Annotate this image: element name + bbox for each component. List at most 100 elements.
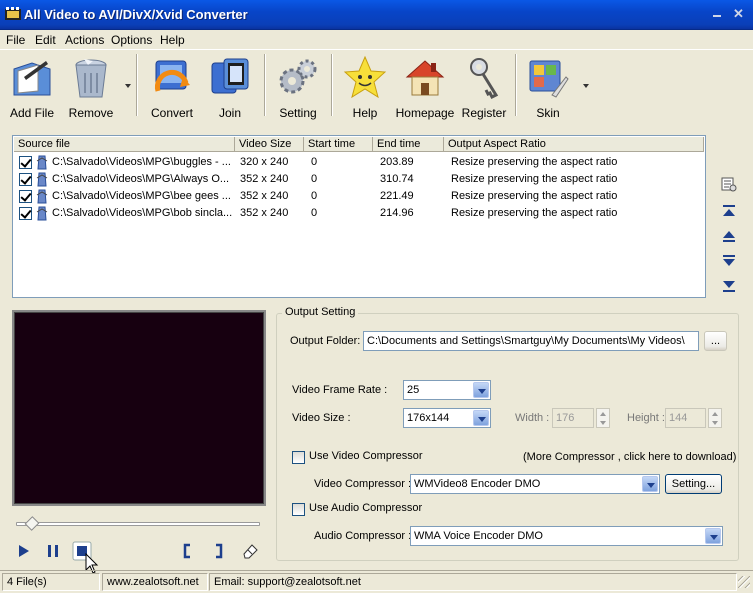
row-checkbox[interactable] — [19, 173, 32, 186]
mark-end-icon[interactable] — [208, 541, 228, 561]
menu-help[interactable]: Help — [160, 33, 185, 47]
keys-icon — [470, 58, 499, 100]
resize-grip[interactable] — [738, 576, 750, 588]
row-video-size: 320 x 240 — [240, 156, 289, 168]
toolbar: Add File Remove Convert Join Setting Hel… — [0, 49, 753, 121]
remove-dropdown-arrow-icon[interactable] — [125, 84, 131, 88]
column-output-aspect-ratio[interactable]: Output Aspect Ratio — [444, 137, 704, 152]
audio-compressor-label: Audio Compressor : — [314, 530, 412, 542]
status-email: Email: support@zealotsoft.net — [209, 573, 737, 591]
title-bar: All Video to AVI/DivX/Xvid Converter ✕ — [0, 0, 753, 30]
height-field[interactable]: 144 — [665, 408, 706, 428]
close-button[interactable]: ✕ — [733, 6, 744, 22]
menu-options[interactable]: Options — [111, 33, 152, 47]
mark-start-icon[interactable] — [178, 541, 198, 561]
frame-rate-select[interactable]: 25 — [403, 380, 491, 400]
use-audio-compressor-checkbox[interactable] — [292, 503, 305, 516]
row-end-time: 214.96 — [380, 207, 414, 219]
row-checkbox[interactable] — [19, 207, 32, 220]
chevron-down-icon[interactable] — [705, 528, 721, 544]
join-icon — [211, 58, 249, 94]
move-down-icon[interactable] — [720, 252, 738, 270]
setting-label: Setting — [279, 106, 317, 120]
output-folder-field[interactable]: C:\Documents and Settings\Smartguy\My Do… — [363, 331, 699, 351]
column-start-time[interactable]: Start time — [304, 137, 373, 152]
row-start-time: 0 — [311, 190, 318, 202]
add-file-label: Add File — [9, 106, 55, 120]
setting-button[interactable]: Setting — [272, 53, 324, 121]
properties-icon[interactable] — [720, 175, 738, 193]
recycle-bin-icon — [75, 59, 107, 98]
help-button[interactable]: Help — [339, 53, 391, 121]
move-to-top-icon[interactable] — [720, 202, 738, 220]
column-end-time[interactable]: End time — [373, 137, 444, 152]
use-audio-compressor-label: Use Audio Compressor — [309, 502, 423, 514]
video-file-icon — [36, 189, 48, 204]
width-field[interactable]: 176 — [552, 408, 594, 428]
row-source-file: C:\Salvado\Videos\MPG\buggles - ... — [52, 156, 231, 168]
file-list-header: Source file Video Size Start time End ti… — [14, 137, 704, 152]
convert-button[interactable]: Convert — [145, 53, 199, 121]
skin-button[interactable]: Skin — [522, 53, 574, 121]
convert-icon — [154, 60, 190, 92]
add-file-button[interactable]: Add File — [4, 53, 60, 121]
homepage-button[interactable]: Homepage — [394, 53, 456, 121]
browse-folder-button[interactable]: ... — [704, 331, 727, 351]
output-setting-title: Output Setting — [282, 306, 359, 318]
menu-file[interactable]: File — [6, 33, 25, 47]
height-spinner[interactable] — [708, 408, 722, 428]
row-source-file: C:\Salvado\Videos\MPG\Always O... — [52, 173, 230, 185]
table-row[interactable]: C:\Salvado\Videos\MPG\buggles - ... 320 … — [14, 154, 704, 171]
convert-label: Convert — [150, 106, 194, 120]
star-help-icon — [343, 55, 387, 99]
skin-dropdown-arrow-icon[interactable] — [583, 84, 589, 88]
row-aspect-ratio: Resize preserving the aspect ratio — [451, 207, 618, 219]
toolbar-separator — [136, 54, 138, 116]
eraser-icon[interactable] — [240, 541, 260, 561]
chevron-down-icon[interactable] — [473, 410, 489, 426]
seek-slider-thumb[interactable] — [24, 516, 40, 531]
remove-button[interactable]: Remove — [64, 53, 118, 121]
audio-compressor-select[interactable]: WMA Voice Encoder DMO — [410, 526, 723, 546]
pause-icon[interactable] — [43, 541, 63, 561]
more-compressor-link[interactable]: (More Compressor , click here to downloa… — [523, 451, 736, 463]
video-size-select[interactable]: 176x144 — [403, 408, 491, 428]
register-button[interactable]: Register — [459, 53, 509, 121]
row-end-time: 203.89 — [380, 156, 414, 168]
join-button[interactable]: Join — [204, 53, 256, 121]
table-row[interactable]: C:\Salvado\Videos\MPG\bob sincla... 352 … — [14, 205, 704, 222]
width-spinner[interactable] — [596, 408, 610, 428]
compressor-setting-button[interactable]: Setting... — [665, 474, 722, 494]
app-icon — [5, 7, 21, 20]
chevron-down-icon[interactable] — [473, 382, 489, 398]
status-website: www.zealotsoft.net — [102, 573, 208, 591]
video-compressor-select[interactable]: WMVideo8 Encoder DMO — [410, 474, 660, 494]
move-to-bottom-icon[interactable] — [720, 277, 738, 295]
play-icon[interactable] — [13, 541, 33, 561]
toolbar-separator — [331, 54, 333, 116]
width-label: Width : — [515, 412, 550, 424]
chevron-down-icon[interactable] — [642, 476, 658, 492]
skin-icon — [529, 60, 569, 98]
use-video-compressor-checkbox[interactable] — [292, 451, 305, 464]
row-source-file: C:\Salvado\Videos\MPG\bee gees ... — [52, 190, 231, 202]
file-list[interactable]: Source file Video Size Start time End ti… — [12, 135, 706, 298]
minimize-button[interactable] — [713, 14, 721, 17]
row-checkbox[interactable] — [19, 156, 32, 169]
seek-slider[interactable] — [16, 522, 260, 526]
table-row[interactable]: C:\Salvado\Videos\MPG\bee gees ... 352 x… — [14, 188, 704, 205]
window-title: All Video to AVI/DivX/Xvid Converter — [24, 7, 248, 22]
skin-label: Skin — [536, 106, 560, 120]
output-folder-label: Output Folder: — [290, 335, 361, 347]
column-source-file[interactable]: Source file — [14, 137, 235, 152]
menu-edit[interactable]: Edit — [35, 33, 56, 47]
row-video-size: 352 x 240 — [240, 207, 289, 219]
video-size-label: Video Size : — [292, 412, 351, 424]
frame-rate-value: 25 — [407, 384, 420, 396]
column-video-size[interactable]: Video Size — [235, 137, 304, 152]
row-video-size: 352 x 240 — [240, 173, 289, 185]
table-row[interactable]: C:\Salvado\Videos\MPG\Always O... 352 x … — [14, 171, 704, 188]
row-checkbox[interactable] — [19, 190, 32, 203]
move-up-icon[interactable] — [720, 227, 738, 245]
menu-actions[interactable]: Actions — [65, 33, 104, 47]
